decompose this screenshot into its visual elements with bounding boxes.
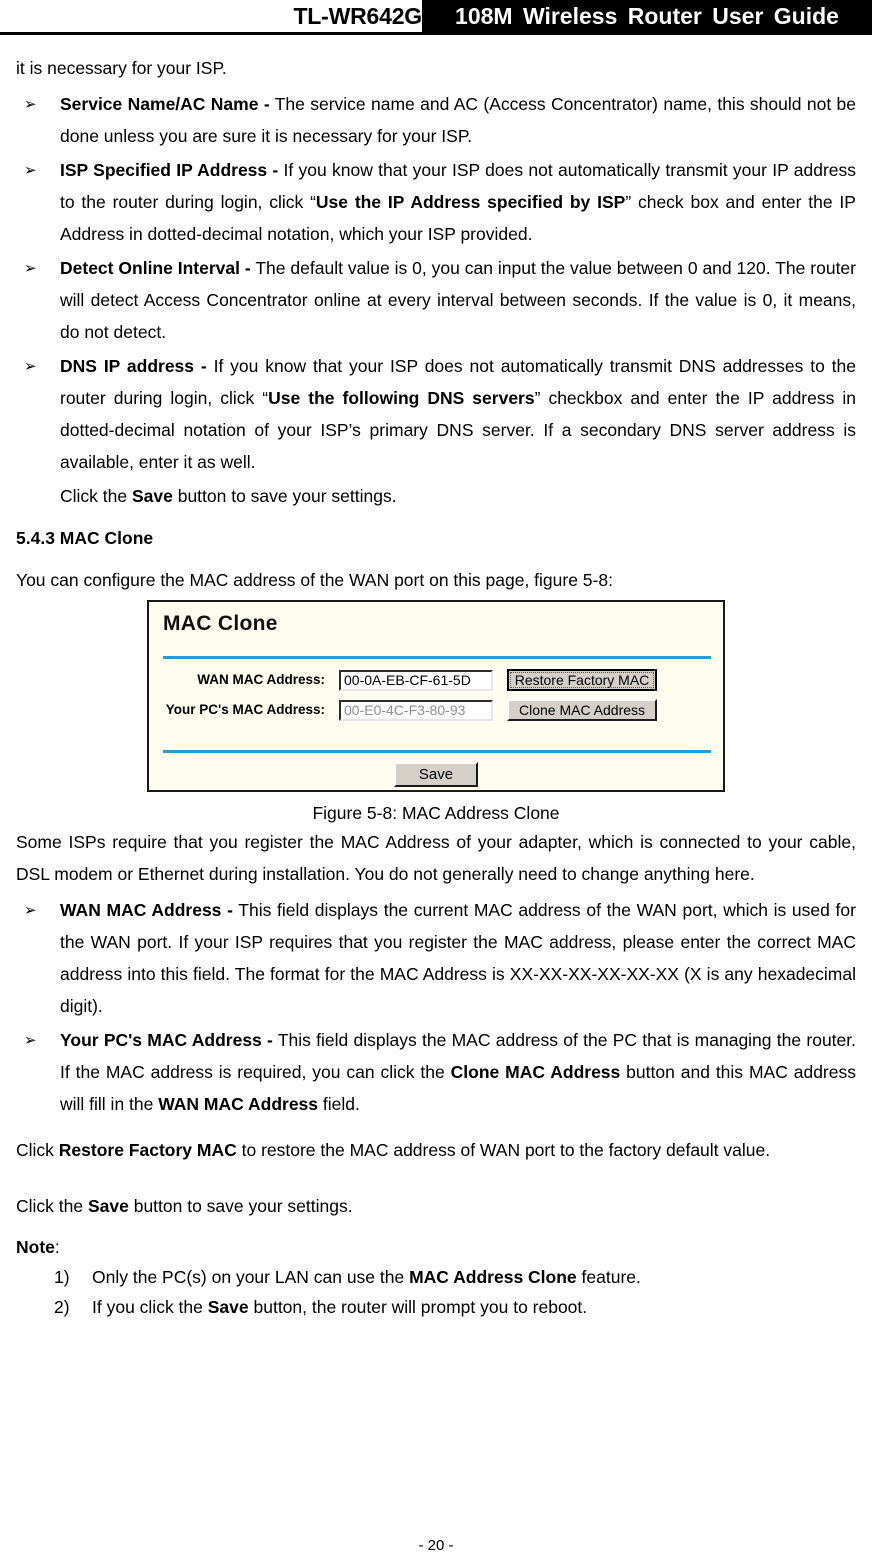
section-heading: 5.4.3 MAC Clone	[16, 528, 154, 548]
list-item: ➢ Detect Online Interval - The default va…	[16, 252, 856, 348]
restore-pre: Click	[16, 1140, 59, 1160]
note-list: 1) Only the PC(s) on your LAN can use the…	[16, 1262, 856, 1322]
list-item: ➢ DNS IP address - If you know that your …	[16, 350, 856, 478]
restore-paragraph: Click Restore Factory MAC to restore the…	[16, 1134, 856, 1166]
router-ui-panel: MAC Clone WAN MAC Address: Restore Facto…	[147, 600, 725, 792]
divider-top	[163, 656, 711, 659]
router-save-label: Save	[418, 765, 454, 783]
bullet-emphasis: Clone MAC Address	[450, 1062, 621, 1082]
list-item: 2) If you click the Save button, the rout…	[16, 1292, 856, 1322]
note-word: Note	[16, 1237, 55, 1257]
figure-caption: Figure 5-8: MAC Address Clone	[312, 803, 560, 823]
bullet-term: DNS IP address -	[60, 356, 207, 376]
note-number: 1)	[54, 1267, 70, 1287]
note-text: Only the PC(s) on your LAN can use the	[92, 1267, 410, 1287]
save-button-area: Save	[149, 762, 723, 787]
arrow-bullet-icon: ➢	[24, 357, 37, 375]
restore-emphasis: Restore Factory MAC	[58, 1140, 237, 1160]
pc-mac-address-label: Your PC's MAC Address:	[165, 702, 325, 717]
list-item: 1) Only the PC(s) on your LAN can use the…	[16, 1262, 856, 1292]
bullet-term: WAN MAC Address -	[60, 900, 233, 920]
wan-mac-address-input[interactable]	[339, 669, 493, 691]
note-colon: :	[54, 1237, 60, 1257]
clone-mac-address-button[interactable]: Clone MAC Address	[507, 699, 657, 721]
header-model-name: TL-WR642G	[293, 3, 422, 29]
note-text: If you click the	[92, 1297, 208, 1317]
bullet-term: Detect Online Interval -	[60, 258, 251, 278]
router-panel-title: MAC Clone	[163, 612, 278, 635]
arrow-bullet-icon: ➢	[24, 259, 37, 277]
arrow-bullet-icon: ➢	[24, 95, 37, 113]
note-text: feature.	[576, 1267, 641, 1287]
intro-paragraph: You can configure the MAC address of the…	[16, 570, 613, 590]
wan-mac-address-row: WAN MAC Address: Restore Factory MAC	[149, 668, 723, 692]
note-label: Note:	[16, 1232, 856, 1262]
orphan-line: it is necessary for your ISP.	[16, 58, 227, 78]
click-save-pre: Click the	[16, 1196, 88, 1216]
bullet-term: ISP Specified IP Address -	[60, 160, 279, 180]
note-emphasis: MAC Address Clone	[409, 1267, 577, 1287]
note-emphasis: Save	[207, 1297, 249, 1317]
list-item: ➢ WAN MAC Address - This field displays t…	[16, 894, 856, 1022]
page-header: TL-WR642G 108M Wireless Router User Guid…	[0, 0, 872, 35]
header-rule	[0, 32, 872, 35]
bullet-term: Your PC's MAC Address -	[60, 1030, 273, 1050]
header-title-band: 108M Wireless Router User Guide	[422, 0, 872, 32]
restore-factory-mac-label: Restore Factory MAC	[514, 672, 650, 688]
bullet-emphasis: Use the following DNS servers	[268, 388, 535, 408]
router-save-button[interactable]: Save	[394, 762, 478, 787]
bullet-list-top: ➢ Service Name/AC Name - The service name…	[16, 88, 856, 478]
page-footer: - 20 -	[418, 1537, 454, 1554]
bullet-emphasis: Use the IP Address specified by ISP	[315, 192, 626, 212]
click-save-pre: Click the	[60, 486, 132, 506]
click-save-post: button to save your settings.	[128, 1196, 353, 1216]
save-emphasis: Save	[131, 486, 173, 506]
arrow-bullet-icon: ➢	[24, 161, 37, 179]
wan-mac-address-label: WAN MAC Address:	[197, 672, 325, 687]
bullet-text: field.	[318, 1094, 360, 1114]
restore-post: to restore the MAC address of WAN port t…	[236, 1140, 771, 1160]
restore-factory-mac-button[interactable]: Restore Factory MAC	[507, 669, 657, 691]
pc-mac-address-input	[339, 699, 493, 721]
click-save-post: button to save your settings.	[172, 486, 397, 506]
list-item: ➢ Service Name/AC Name - The service name…	[16, 88, 856, 152]
divider-bottom	[163, 750, 711, 753]
note-text: button, the router will prompt you to re…	[248, 1297, 588, 1317]
list-item: ➢ Your PC's MAC Address - This field disp…	[16, 1024, 856, 1120]
some-isps-paragraph: Some ISPs require that you register the …	[16, 832, 856, 884]
note-number: 2)	[54, 1297, 70, 1317]
figure-mac-clone: MAC Clone WAN MAC Address: Restore Facto…	[16, 600, 856, 826]
arrow-bullet-icon: ➢	[24, 1031, 37, 1049]
header-title: 108M Wireless Router User Guide	[455, 2, 839, 29]
bullet-emphasis: WAN MAC Address	[158, 1094, 319, 1114]
clone-mac-address-label: Clone MAC Address	[518, 702, 646, 718]
click-save-paragraph-2: Click the Save button to save your setti…	[16, 1190, 856, 1222]
save-emphasis: Save	[87, 1196, 129, 1216]
bullet-list-bottom: ➢ WAN MAC Address - This field displays t…	[16, 894, 856, 1120]
click-save-paragraph-1: Click the Save button to save your setti…	[16, 480, 856, 512]
list-item: ➢ ISP Specified IP Address - If you know …	[16, 154, 856, 250]
arrow-bullet-icon: ➢	[24, 901, 37, 919]
bullet-term: Service Name/AC Name -	[60, 94, 270, 114]
document-content: it is necessary for your ISP. ➢ Service N…	[0, 34, 872, 1322]
pc-mac-address-row: Your PC's MAC Address: Clone MAC Address	[149, 698, 723, 722]
